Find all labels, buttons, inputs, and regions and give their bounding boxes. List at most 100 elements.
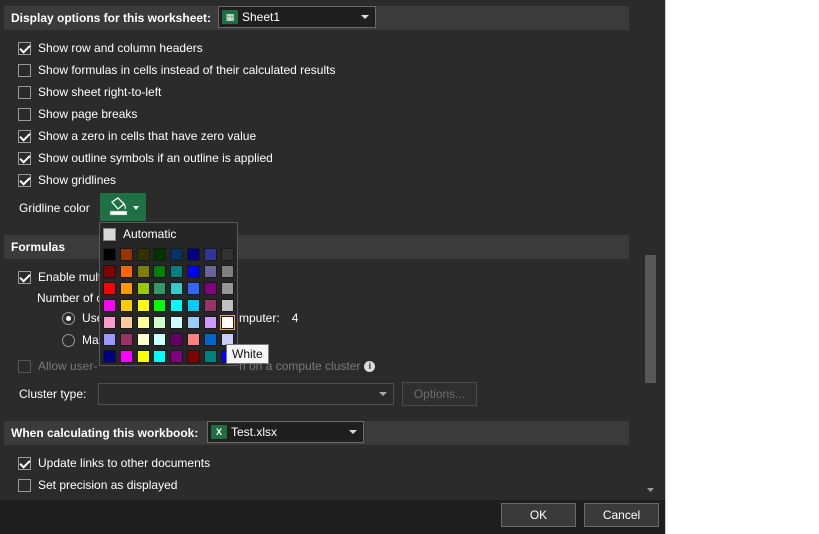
color-swatch[interactable]	[203, 248, 217, 261]
option-show-gridlines[interactable]: Show gridlines	[18, 170, 116, 190]
color-swatch[interactable]	[153, 248, 167, 261]
checkbox[interactable]	[18, 107, 31, 121]
color-swatch[interactable]	[186, 350, 200, 363]
option-label: Show sheet right-to-left	[38, 85, 162, 99]
color-swatch[interactable]	[153, 316, 167, 329]
cancel-button[interactable]: Cancel	[584, 503, 659, 527]
color-swatch[interactable]	[136, 316, 150, 329]
color-swatch[interactable]	[203, 316, 217, 329]
color-swatch[interactable]	[103, 299, 116, 312]
scroll-down-arrow-icon[interactable]	[645, 484, 656, 496]
color-swatch[interactable]	[186, 265, 200, 278]
color-swatch[interactable]	[103, 333, 116, 346]
color-swatch[interactable]	[203, 350, 217, 363]
color-swatch[interactable]	[153, 299, 167, 312]
radio-button[interactable]	[62, 311, 75, 325]
color-swatch[interactable]	[186, 333, 200, 346]
radio-manual[interactable]: Ma	[62, 330, 99, 350]
color-swatch[interactable]	[119, 316, 133, 329]
color-swatch[interactable]	[170, 299, 184, 312]
computer-label: mputer:	[239, 311, 280, 325]
formulas-header: Formulas	[4, 235, 629, 259]
checkbox[interactable]	[18, 129, 31, 143]
chevron-down-icon	[133, 206, 139, 210]
color-swatch[interactable]	[186, 299, 200, 312]
option-show-headers[interactable]: Show row and column headers	[18, 38, 203, 58]
color-swatch[interactable]	[186, 316, 200, 329]
color-swatch[interactable]	[136, 248, 150, 261]
color-swatch[interactable]	[136, 265, 150, 278]
option-enable-multithread[interactable]: Enable mult	[18, 267, 101, 287]
color-swatch[interactable]	[153, 350, 167, 363]
workbook-select[interactable]: X Test.xlsx	[207, 421, 364, 443]
color-swatch[interactable]	[170, 333, 184, 346]
cluster-type-label: Cluster type:	[19, 384, 86, 404]
color-swatch[interactable]	[170, 316, 184, 329]
checkbox[interactable]	[18, 85, 31, 99]
color-swatch[interactable]	[186, 282, 200, 295]
color-swatch[interactable]	[153, 282, 167, 295]
option-label: Show formulas in cells instead of their …	[38, 63, 336, 77]
color-swatch[interactable]	[220, 248, 234, 261]
radio-button[interactable]	[62, 333, 75, 347]
color-swatch[interactable]	[203, 282, 217, 295]
vertical-scrollbar[interactable]	[642, 0, 659, 500]
option-page-breaks[interactable]: Show page breaks	[18, 104, 137, 124]
ok-button[interactable]: OK	[501, 503, 576, 527]
checkbox[interactable]	[18, 63, 31, 77]
color-swatch[interactable]	[119, 248, 133, 261]
color-swatch[interactable]	[119, 265, 133, 278]
color-swatch[interactable]	[136, 282, 150, 295]
color-swatch[interactable]	[203, 333, 217, 346]
sheet-select[interactable]: ▦ Sheet1	[218, 6, 376, 28]
color-swatch[interactable]	[203, 265, 217, 278]
color-swatch[interactable]	[119, 350, 133, 363]
option-show-formulas[interactable]: Show formulas in cells instead of their …	[18, 60, 335, 80]
color-swatch[interactable]	[103, 248, 116, 261]
info-icon[interactable]: i	[364, 360, 376, 372]
color-swatch[interactable]	[103, 282, 116, 295]
radio-use-all[interactable]: Use	[62, 308, 103, 328]
color-swatch[interactable]	[103, 350, 116, 363]
color-swatch[interactable]	[103, 265, 116, 278]
color-swatch[interactable]	[119, 282, 133, 295]
color-swatch[interactable]	[186, 248, 200, 261]
checkbox[interactable]	[18, 151, 31, 165]
option-outline-symbols[interactable]: Show outline symbols if an outline is ap…	[18, 148, 273, 168]
color-swatch[interactable]	[170, 282, 184, 295]
color-swatch[interactable]	[153, 265, 167, 278]
cluster-type-select	[98, 383, 394, 405]
scrollbar-thumb[interactable]	[645, 255, 656, 383]
checkbox[interactable]	[18, 270, 31, 284]
color-swatch[interactable]	[119, 299, 133, 312]
color-swatch[interactable]	[220, 299, 234, 312]
checkbox[interactable]	[18, 478, 31, 492]
option-right-to-left[interactable]: Show sheet right-to-left	[18, 82, 161, 102]
option-show-zero[interactable]: Show a zero in cells that have zero valu…	[18, 126, 256, 146]
checkbox[interactable]	[18, 41, 31, 55]
color-swatch[interactable]	[219, 315, 235, 330]
color-swatch[interactable]	[103, 316, 116, 329]
option-set-precision[interactable]: Set precision as displayed	[18, 475, 177, 495]
option-label: Show outline symbols if an outline is ap…	[38, 151, 273, 165]
color-swatch[interactable]	[203, 299, 217, 312]
color-swatch[interactable]	[170, 350, 184, 363]
formulas-title: Formulas	[11, 240, 66, 254]
color-swatch[interactable]	[119, 333, 133, 346]
color-swatch[interactable]	[136, 299, 150, 312]
color-swatch[interactable]	[136, 333, 150, 346]
checkbox[interactable]	[18, 456, 31, 470]
option-update-links[interactable]: Update links to other documents	[18, 453, 210, 473]
background-window	[665, 0, 819, 534]
color-swatch[interactable]	[170, 248, 184, 261]
number-of-threads-label: Number of c	[37, 288, 102, 308]
color-swatch[interactable]	[220, 265, 234, 278]
automatic-color-option[interactable]: Automatic	[103, 225, 176, 243]
color-swatch[interactable]	[220, 282, 234, 295]
color-swatch[interactable]	[136, 350, 150, 363]
color-swatch[interactable]	[170, 265, 184, 278]
gridline-color-button[interactable]	[100, 193, 146, 221]
color-swatch[interactable]	[153, 333, 167, 346]
checkbox[interactable]	[18, 173, 31, 187]
option-label: Show page breaks	[38, 107, 138, 121]
